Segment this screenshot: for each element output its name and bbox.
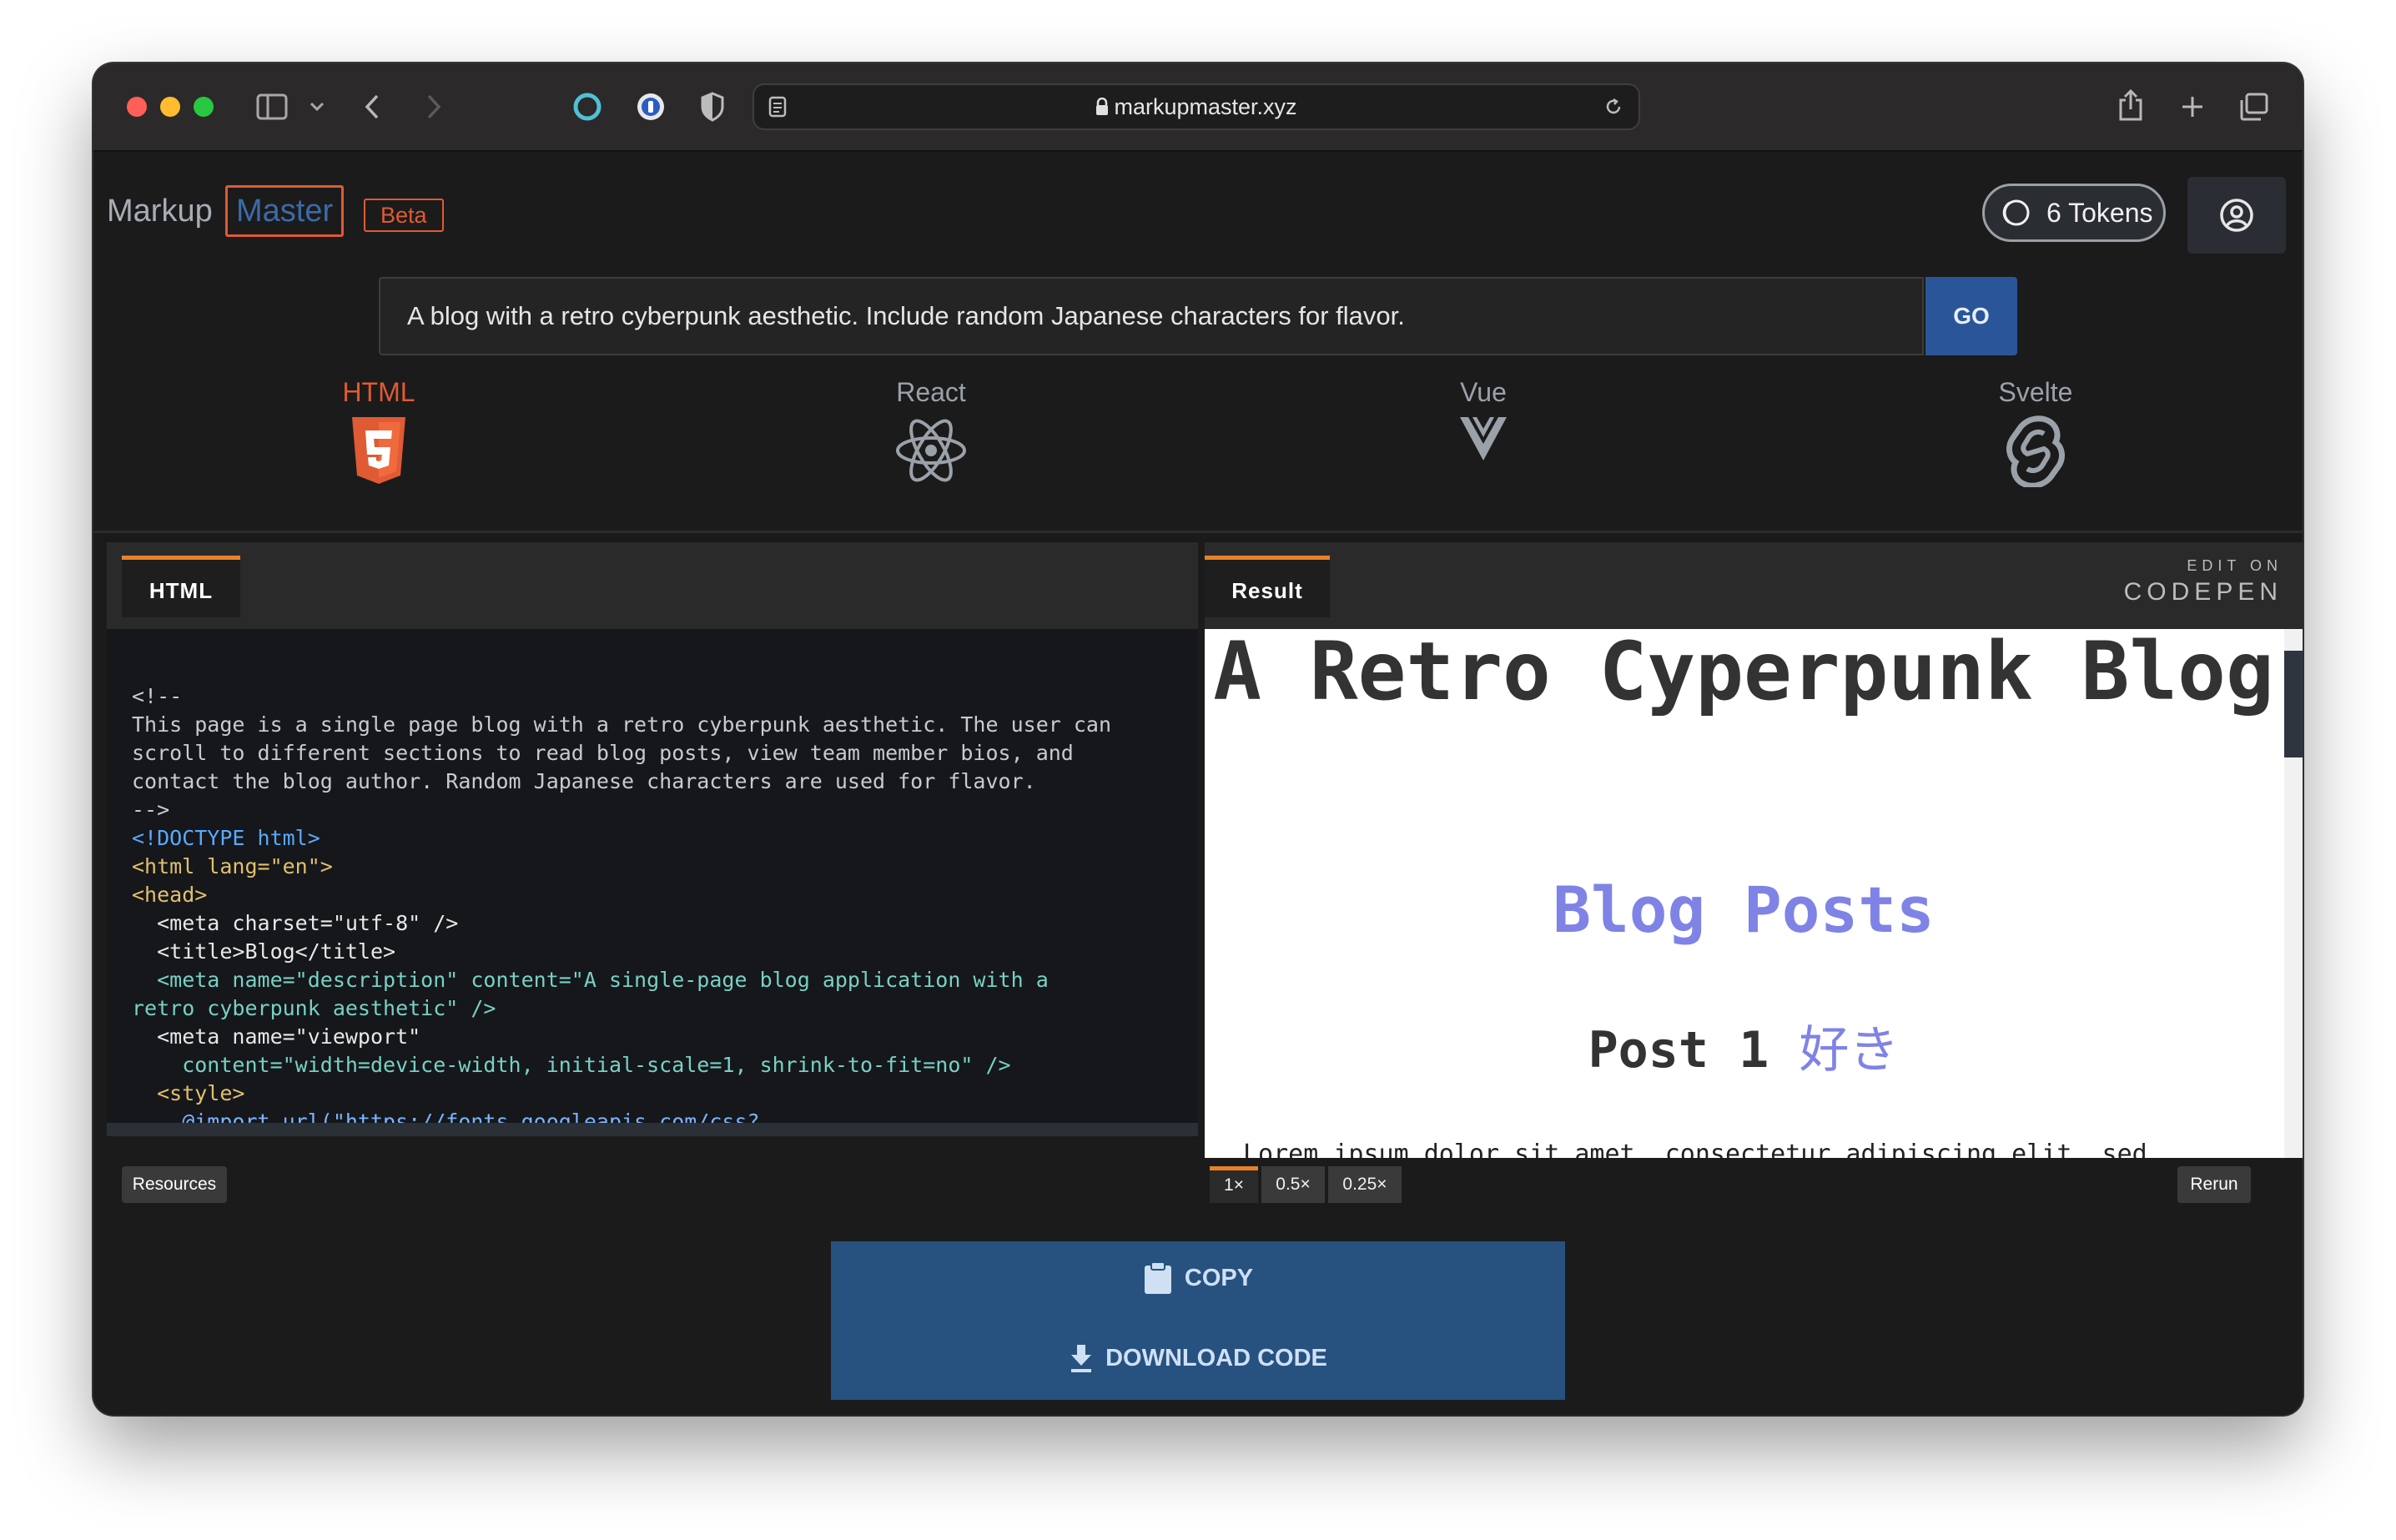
chevron-down-icon[interactable]	[307, 97, 327, 117]
code-line: <!DOCTYPE html>	[132, 826, 320, 850]
sidebar-toggle-icon[interactable]	[255, 90, 289, 123]
prompt-section: A blog with a retro cyberpunk aesthetic.…	[93, 275, 2303, 533]
code-line: scroll to different sections to read blo…	[132, 741, 1074, 765]
go-button[interactable]: GO	[1925, 277, 2017, 355]
react-icon	[896, 419, 966, 482]
clipboard-icon	[1143, 1261, 1173, 1296]
result-section-title: Blog Posts	[1553, 873, 1935, 947]
download-code-button[interactable]: DOWNLOAD CODE	[831, 1333, 1565, 1383]
result-post-title: Post 1 好き	[1205, 1009, 2283, 1082]
browser-toolbar: markupmaster.xyz	[93, 63, 2303, 152]
post-title-text: Post 1	[1588, 1021, 1769, 1080]
code-line: <html lang="en">	[132, 854, 333, 878]
tab-html[interactable]: HTML	[122, 556, 240, 617]
user-account-button[interactable]	[2187, 177, 2286, 254]
html5-icon	[352, 417, 405, 484]
zoom-0.25x-button[interactable]: 0.25×	[1328, 1166, 1402, 1203]
copy-label: COPY	[1184, 1264, 1254, 1291]
user-circle-icon	[2218, 197, 2255, 234]
result-heading: A Retro Cyperpunk Blog	[1213, 629, 2274, 718]
code-line: <title>Blog</title>	[132, 939, 396, 964]
edit-on-label: EDIT ON	[2187, 557, 2283, 574]
brand-markup[interactable]: Markup	[107, 194, 213, 229]
editor-horizontal-scrollbar[interactable]	[107, 1123, 1198, 1136]
share-icon[interactable]	[2114, 87, 2147, 123]
url-label: markupmaster.xyz	[1114, 94, 1297, 119]
tab-overview-icon[interactable]	[2237, 90, 2271, 123]
framework-svelte[interactable]: Svelte	[1952, 375, 2119, 487]
back-arrow-icon[interactable]	[357, 90, 387, 123]
code-line: <meta name="viewport"	[132, 1024, 421, 1049]
minimize-window-button[interactable]	[160, 97, 180, 117]
resources-button[interactable]: Resources	[122, 1166, 227, 1203]
code-line: contact the blog author. Random Japanese…	[132, 769, 1036, 793]
framework-react-label: React	[896, 377, 966, 407]
tab-result[interactable]: Result	[1205, 556, 1330, 617]
codepen-footer: Resources 1× 0.5× 0.25× Rerun	[93, 1158, 2303, 1215]
url-text[interactable]: markupmaster.xyz	[754, 85, 1638, 128]
close-window-button[interactable]	[127, 97, 147, 117]
post-title-japanese: 好き	[1799, 1021, 1900, 1080]
privacy-shield-icon[interactable]	[696, 90, 729, 123]
download-icon	[1069, 1343, 1094, 1373]
rerun-button[interactable]: Rerun	[2177, 1166, 2251, 1203]
framework-vue-label: Vue	[1460, 377, 1507, 407]
beta-badge: Beta	[364, 199, 444, 232]
address-bar[interactable]: markupmaster.xyz	[753, 83, 1640, 130]
framework-html[interactable]: HTML	[295, 375, 462, 486]
prompt-input[interactable]: A blog with a retro cyberpunk aesthetic.…	[379, 277, 1924, 355]
codepen-logo: CODEPEN	[2123, 578, 2283, 606]
code-line: content="width=device-width, initial-sca…	[132, 1053, 1011, 1077]
code-line: <head>	[132, 883, 208, 907]
tokens-button[interactable]: 6 Tokens	[1982, 184, 2166, 242]
code-line: This page is a single page blog with a r…	[132, 712, 1111, 737]
edit-on-codepen-link[interactable]: EDIT ON CODEPEN	[2124, 557, 2283, 606]
new-tab-icon[interactable]	[2176, 90, 2209, 123]
lock-icon	[1095, 87, 1109, 130]
copy-button[interactable]: COPY	[831, 1253, 1565, 1303]
framework-vue[interactable]: Vue	[1400, 375, 1567, 462]
forward-arrow-icon[interactable]	[419, 90, 449, 123]
tokens-icon	[1998, 198, 2031, 228]
code-line: <meta charset="utf-8" />	[132, 911, 459, 935]
zoom-0.5x-button[interactable]: 0.5×	[1261, 1166, 1325, 1203]
result-scrollbar[interactable]	[2284, 651, 2303, 757]
reload-icon[interactable]	[1602, 95, 1625, 118]
extension-circle-icon[interactable]	[571, 90, 604, 123]
brand-master[interactable]: Master	[225, 185, 345, 237]
framework-react[interactable]: React	[848, 375, 1014, 486]
code-line: retro cyberpunk aesthetic" />	[132, 996, 496, 1020]
framework-svelte-label: Svelte	[1998, 377, 2073, 407]
code-actions-panel: COPY DOWNLOAD CODE	[831, 1241, 1565, 1400]
code-line: -->	[132, 798, 170, 822]
html-pane-header: HTML	[107, 542, 1198, 629]
app-header: Markup Master Beta 6 Tokens	[93, 152, 2303, 275]
html-code-editor[interactable]: <!-- This page is a single page blog wit…	[107, 629, 1198, 1136]
result-preview: A Retro Cyperpunk Blog Blog Posts Post 1…	[1205, 629, 2303, 1158]
download-code-label: DOWNLOAD CODE	[1105, 1344, 1327, 1371]
browser-window: markupmaster.xyz Markup Master Beta 6 To…	[93, 63, 2303, 1415]
code-block[interactable]: <!-- This page is a single page blog wit…	[132, 682, 1175, 1136]
code-line: <style>	[132, 1081, 245, 1105]
code-line: <meta name="description" content="A sing…	[132, 968, 1049, 992]
result-paragraph: Lorem ipsum dolor sit amet, consectetur …	[1243, 1140, 2147, 1158]
svelte-icon	[2006, 415, 2065, 487]
vue-icon	[1460, 417, 1507, 460]
zoom-window-button[interactable]	[194, 97, 214, 117]
framework-html-label: HTML	[342, 377, 415, 407]
result-pane-header: Result EDIT ON CODEPEN	[1205, 542, 2303, 629]
code-line: <!--	[132, 684, 183, 708]
tokens-count: 6 Tokens	[2046, 197, 2153, 228]
zoom-1x-button[interactable]: 1×	[1210, 1166, 1258, 1203]
password-extension-icon[interactable]	[634, 90, 667, 123]
